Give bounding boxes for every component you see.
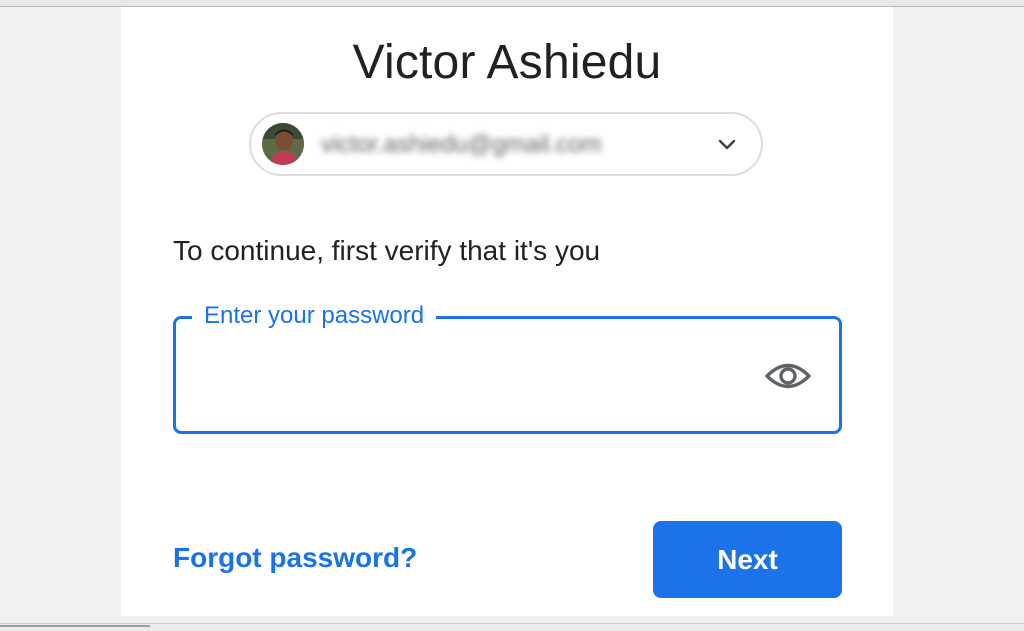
avatar <box>262 123 304 165</box>
screen-root: { "header": { "title": "Victor Ashiedu" … <box>0 0 1024 631</box>
password-input[interactable] <box>198 357 738 393</box>
account-chip[interactable]: victor.ashiedu@gmail.com <box>249 112 763 176</box>
horizontal-scrollbar[interactable] <box>0 625 150 627</box>
verify-prompt: To continue, first verify that it's you <box>173 235 601 266</box>
password-field: Enter your password <box>173 301 842 434</box>
next-button[interactable]: Next <box>653 521 842 598</box>
account-email: victor.ashiedu@gmail.com <box>321 131 602 158</box>
forgot-password-link[interactable]: Forgot password? <box>173 541 417 575</box>
user-avatar-icon <box>262 123 304 165</box>
eye-icon[interactable] <box>764 361 812 391</box>
chevron-down-icon <box>718 139 736 150</box>
window-top-edge <box>0 0 1024 7</box>
signin-card: Victor Ashiedu victor.ashiedu@gmail.com … <box>121 7 893 616</box>
password-label: Enter your password <box>192 301 437 331</box>
page-title: Victor Ashiedu <box>352 36 662 89</box>
